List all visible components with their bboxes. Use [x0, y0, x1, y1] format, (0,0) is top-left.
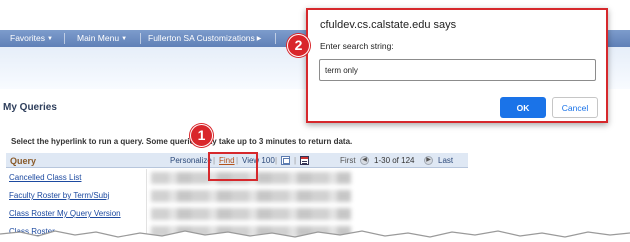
nav-fullerton-label: Fullerton SA Customizations [148, 33, 255, 43]
nav-favorites[interactable]: Favorites ▼ [10, 30, 53, 47]
nav-main-menu[interactable]: Main Menu ▼ [77, 30, 127, 47]
zoom-grid-icon[interactable] [281, 156, 290, 165]
caret-down-icon: ▼ [46, 36, 53, 42]
cell-divider [146, 187, 147, 205]
search-string-input[interactable] [319, 59, 596, 81]
query-link[interactable]: Class Roster My Query Version [9, 209, 121, 218]
step-1-badge: 1 [190, 124, 213, 147]
torn-edge [0, 230, 630, 242]
first-link[interactable]: First [340, 156, 356, 165]
dialog-title: cfuldev.cs.calstate.edu says [320, 19, 457, 31]
column-header-query[interactable]: Query [10, 156, 36, 166]
blurred-description [151, 208, 351, 220]
caret-down-icon: ▼ [121, 36, 128, 42]
instructions-text: Select the hyperlink to run a query. Som… [11, 137, 353, 146]
nav-separator [64, 30, 72, 47]
toolbar-separator: | [275, 156, 278, 165]
ok-button[interactable]: OK [500, 97, 546, 118]
row-range-text: 1-30 of 124 [374, 156, 415, 165]
next-icon[interactable]: ▶ [424, 156, 433, 165]
step-2-badge: 2 [287, 34, 310, 57]
toolbar-separator: | [294, 156, 297, 165]
search-prompt-dialog: cfuldev.cs.calstate.edu says Enter searc… [306, 8, 608, 123]
cancel-button[interactable]: Cancel [552, 97, 598, 118]
nav-separator [275, 30, 283, 47]
query-link[interactable]: Cancelled Class List [9, 173, 81, 182]
page-title: My Queries [3, 102, 57, 113]
table-row: Faculty Roster by Term/Subj [6, 187, 468, 205]
dialog-message: Enter search string: [320, 41, 394, 51]
blurred-description [151, 190, 351, 202]
last-link[interactable]: Last [438, 156, 453, 165]
nav-separator [140, 30, 148, 47]
personalize-link[interactable]: Personalize [170, 156, 212, 165]
table-row: Class Roster My Query Version [6, 205, 468, 223]
nav-favorites-label: Favorites [10, 33, 45, 43]
download-excel-icon[interactable] [300, 156, 309, 165]
caret-right-icon: ▶ [256, 36, 262, 42]
find-highlight-box [208, 152, 258, 181]
nav-fullerton-sa-customizations[interactable]: Fullerton SA Customizations ▶ [148, 30, 261, 47]
query-link[interactable]: Faculty Roster by Term/Subj [9, 191, 109, 200]
previous-icon[interactable]: ◀ [360, 156, 369, 165]
cell-divider [146, 205, 147, 223]
nav-main-menu-label: Main Menu [77, 33, 120, 43]
cell-divider [146, 169, 147, 187]
